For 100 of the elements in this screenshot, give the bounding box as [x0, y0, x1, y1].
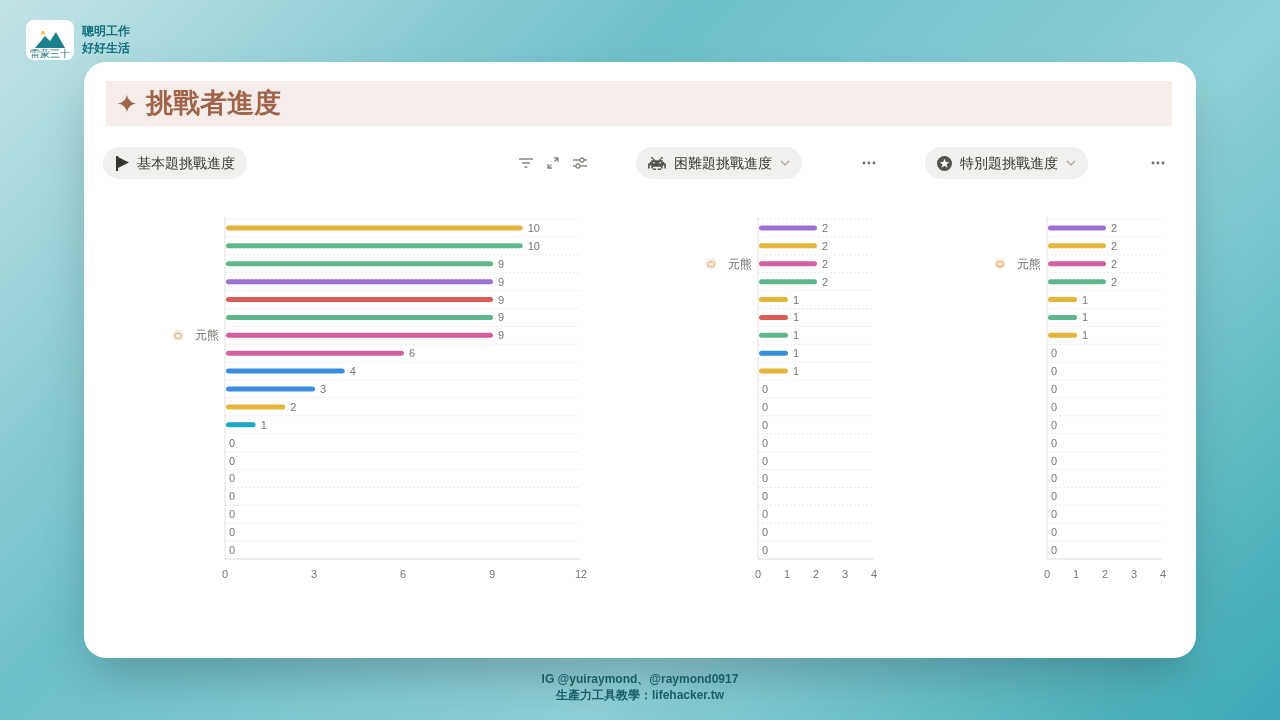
- value-label: 0: [1051, 526, 1058, 539]
- filter-icon[interactable]: [519, 158, 533, 168]
- value-label: 1: [793, 365, 800, 378]
- value-label: 0: [229, 544, 236, 557]
- value-label: 9: [498, 257, 505, 270]
- bar: [1048, 332, 1077, 338]
- value-label: 0: [762, 454, 769, 467]
- value-label: 6: [409, 347, 416, 360]
- bar: [226, 422, 256, 428]
- bar: [1048, 297, 1077, 303]
- value-label: 10: [527, 239, 540, 252]
- alien-icon: [648, 156, 666, 170]
- axis-tick-label: 12: [574, 568, 588, 580]
- chevron-down-icon: [1066, 160, 1076, 166]
- category-label: 元熊: [728, 256, 752, 271]
- more-icon[interactable]: [1151, 161, 1165, 165]
- axis-tick-label: 2: [812, 568, 820, 580]
- value-label: 2: [1111, 239, 1118, 252]
- category-label: 元熊: [195, 328, 219, 343]
- emoji-icon: [994, 257, 1006, 270]
- mountain-icon: [35, 28, 65, 48]
- value-label: 1: [793, 311, 800, 324]
- value-label: 0: [1051, 365, 1058, 378]
- bar: [759, 350, 788, 356]
- value-label: 0: [229, 490, 236, 503]
- chart-view-tab[interactable]: 特別題挑戰進度: [925, 147, 1088, 179]
- value-label: 0: [229, 454, 236, 467]
- category-label: 元熊: [1017, 256, 1041, 271]
- axis-tick-label: 3: [310, 568, 318, 580]
- value-label: 1: [260, 418, 267, 431]
- value-label: 1: [1082, 311, 1089, 324]
- chart-view-tab[interactable]: 困難題挑戰進度: [636, 147, 802, 179]
- value-label: 1: [793, 329, 800, 342]
- sparkle-icon: ✦: [116, 90, 138, 117]
- bar: [1048, 243, 1106, 249]
- bar: [1048, 314, 1077, 320]
- value-label: 0: [1051, 454, 1058, 467]
- axis-tick-label: 1: [1072, 568, 1080, 580]
- value-label: 2: [1111, 257, 1118, 270]
- tagline: 聰明工作: [82, 23, 130, 40]
- value-label: 4: [349, 365, 356, 378]
- value-label: 9: [498, 293, 505, 306]
- bar: [759, 243, 817, 249]
- value-label: 0: [1051, 544, 1058, 557]
- value-label: 0: [229, 436, 236, 449]
- axis-tick-label: 4: [870, 568, 878, 580]
- value-label: 0: [229, 472, 236, 485]
- value-label: 9: [498, 275, 505, 288]
- bar: [759, 297, 788, 303]
- value-label: 9: [498, 329, 505, 342]
- axis-tick-label: 3: [1130, 568, 1138, 580]
- bar: [759, 261, 817, 267]
- axis-tick-label: 3: [841, 568, 849, 580]
- value-label: 2: [822, 221, 829, 234]
- bar: [759, 368, 788, 374]
- chart-view-tab[interactable]: 基本題挑戰進度: [103, 147, 247, 179]
- value-label: 0: [1051, 490, 1058, 503]
- value-label: 1: [793, 293, 800, 306]
- value-label: 0: [1051, 418, 1058, 431]
- value-label: 0: [1051, 436, 1058, 449]
- value-label: 0: [762, 508, 769, 521]
- tagline: 好好生活: [82, 40, 130, 57]
- settings-icon[interactable]: [573, 157, 587, 169]
- chevron-down-icon: [780, 160, 790, 166]
- value-label: 2: [822, 239, 829, 252]
- axis-tick-label: 1: [783, 568, 791, 580]
- expand-icon[interactable]: [547, 157, 559, 169]
- value-label: 0: [762, 490, 769, 503]
- axis-tick-label: 9: [488, 568, 496, 580]
- value-label: 0: [1051, 508, 1058, 521]
- value-label: 0: [762, 400, 769, 413]
- value-label: 1: [1082, 329, 1089, 342]
- axis-tick-label: 2: [1101, 568, 1109, 580]
- value-label: 0: [762, 418, 769, 431]
- axis-tick-label: 0: [221, 568, 229, 580]
- value-label: 9: [498, 311, 505, 324]
- bar: [1048, 225, 1106, 231]
- bar: [1048, 279, 1106, 285]
- value-label: 0: [229, 526, 236, 539]
- bar: [759, 332, 788, 338]
- footer-text: 生產力工具教學：lifehacker.tw: [555, 687, 724, 703]
- star-icon: [937, 155, 952, 171]
- value-label: 0: [762, 436, 769, 449]
- bar: [759, 225, 817, 231]
- value-label: 0: [762, 526, 769, 539]
- bar: [1048, 261, 1106, 267]
- bar: [759, 314, 788, 320]
- value-label: 2: [822, 275, 829, 288]
- value-label: 2: [1111, 221, 1118, 234]
- value-label: 10: [527, 221, 540, 234]
- value-label: 0: [1051, 347, 1058, 360]
- value-label: 2: [822, 257, 829, 270]
- value-label: 0: [229, 508, 236, 521]
- footer-text: IG @yuiraymond、@raymond0917: [541, 671, 739, 687]
- bar: [759, 279, 817, 285]
- emoji-icon: [705, 257, 717, 270]
- flag-icon: [115, 155, 129, 171]
- more-icon[interactable]: [862, 161, 876, 165]
- value-label: 0: [762, 383, 769, 395]
- axis-tick-label: 0: [754, 568, 762, 580]
